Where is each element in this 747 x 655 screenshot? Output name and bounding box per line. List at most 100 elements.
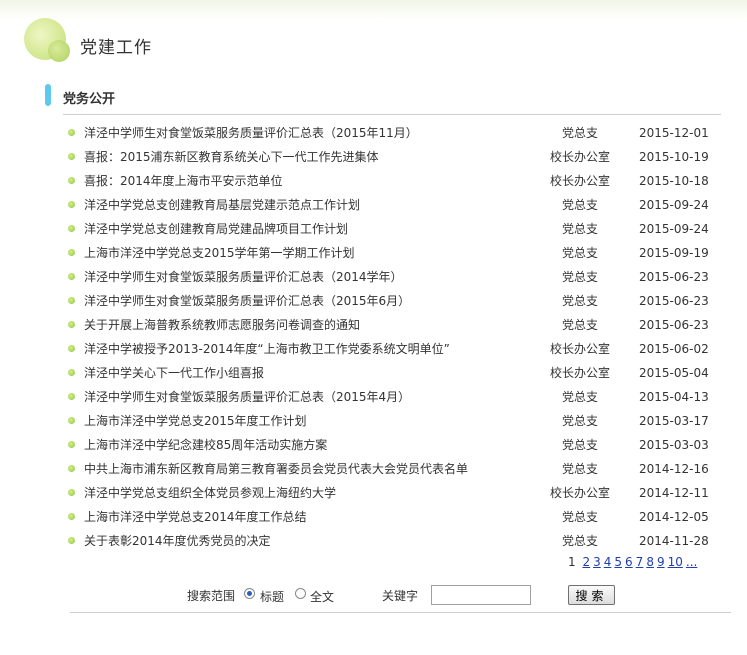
pagination-link[interactable]: 5 <box>614 555 622 569</box>
news-date: 2015-10-18 <box>639 174 709 188</box>
news-date: 2015-06-23 <box>639 294 709 308</box>
news-department: 党总支 <box>561 318 598 332</box>
list-item: 喜报：2015浦东新区教育系统关心下一代工作先进集体 校长办公室 2015-10-1… <box>66 145 746 169</box>
news-title-link[interactable]: 关于表彰2014年度优秀党员的决定 <box>84 529 271 553</box>
news-title-link[interactable]: 喜报：2014年度上海市平安示范单位 <box>84 169 283 193</box>
news-list: 洋泾中学师生对食堂饭菜服务质量评价汇总表（2015年11月） 党总支 2015-12… <box>66 121 746 553</box>
list-item: 中共上海市浦东新区教育局第三教育署委员会党员代表大会党员代表名单 党总支 2014-… <box>66 457 746 481</box>
logo-small-circle <box>48 40 70 62</box>
news-title-link[interactable]: 洋泾中学师生对食堂饭菜服务质量评价汇总表（2015年4月） <box>84 385 410 409</box>
news-title-link[interactable]: 洋泾中学师生对食堂饭菜服务质量评价汇总表（2015年6月） <box>84 289 410 313</box>
list-item: 洋泾中学被授予2013-2014年度“上海市教卫工作党委系统文明单位” 校长办公室… <box>66 337 746 361</box>
news-department: 校长办公室 <box>549 174 610 188</box>
bullet-icon <box>68 177 75 184</box>
pagination-link[interactable]: 10 <box>668 555 683 569</box>
news-department: 校长办公室 <box>549 150 610 164</box>
scope-fulltext-label[interactable]: 全文 <box>310 588 334 605</box>
news-title-link[interactable]: 上海市洋泾中学党总支2014年度工作总结 <box>84 505 307 529</box>
list-item: 洋泾中学师生对食堂饭菜服务质量评价汇总表（2014学年） 党总支 2015-06-2… <box>66 265 746 289</box>
news-department: 党总支 <box>561 270 598 284</box>
news-date: 2015-03-03 <box>639 438 709 452</box>
bullet-icon <box>68 225 75 232</box>
news-department: 党总支 <box>561 126 598 140</box>
news-date: 2015-09-24 <box>639 198 709 212</box>
news-date: 2015-12-01 <box>639 126 709 140</box>
news-title-link[interactable]: 上海市洋泾中学党总支2015学年第一学期工作计划 <box>84 241 355 265</box>
list-item: 关于表彰2014年度优秀党员的决定 党总支 2014-11-28 <box>66 529 746 553</box>
bullet-icon <box>68 513 75 520</box>
list-item: 上海市洋泾中学党总支2014年度工作总结 党总支 2014-12-05 <box>66 505 746 529</box>
pagination-link[interactable]: 2 <box>582 555 590 569</box>
pagination-link[interactable]: 7 <box>636 555 644 569</box>
news-title-link[interactable]: 洋泾中学师生对食堂饭菜服务质量评价汇总表（2014学年） <box>84 265 403 289</box>
bottom-divider <box>70 612 731 613</box>
pagination-link[interactable]: 9 <box>657 555 665 569</box>
bullet-icon <box>68 321 75 328</box>
news-department: 党总支 <box>561 534 598 548</box>
keyword-input[interactable] <box>431 585 531 605</box>
scope-title-label[interactable]: 标题 <box>260 588 284 605</box>
list-item: 关于开展上海普教系统教师志愿服务问卷调查的通知 党总支 2015-06-23 <box>66 313 746 337</box>
list-item: 上海市洋泾中学纪念建校85周年活动实施方案 党总支 2015-03-03 <box>66 433 746 457</box>
list-item: 洋泾中学党总支创建教育局基层党建示范点工作计划 党总支 2015-09-24 <box>66 193 746 217</box>
news-title-link[interactable]: 洋泾中学关心下一代工作小组喜报 <box>84 361 264 385</box>
news-date: 2014-11-28 <box>639 534 709 548</box>
list-item: 洋泾中学师生对食堂饭菜服务质量评价汇总表（2015年6月） 党总支 2015-06-… <box>66 289 746 313</box>
news-date: 2015-05-04 <box>639 366 709 380</box>
bullet-icon <box>68 273 75 280</box>
section-accent-bar <box>45 84 51 106</box>
news-department: 党总支 <box>561 222 598 236</box>
list-item: 洋泾中学党总支创建教育局党建品牌项目工作计划 党总支 2015-09-24 <box>66 217 746 241</box>
news-department: 党总支 <box>561 414 598 428</box>
news-department: 校长办公室 <box>549 486 610 500</box>
search-button[interactable]: 搜索 <box>568 585 615 605</box>
pagination-link[interactable]: 3 <box>593 555 601 569</box>
scope-fulltext-radio[interactable] <box>295 588 306 599</box>
news-date: 2014-12-05 <box>639 510 709 524</box>
list-item: 洋泾中学师生对食堂饭菜服务质量评价汇总表（2015年11月） 党总支 2015-12… <box>66 121 746 145</box>
bullet-icon <box>68 393 75 400</box>
news-date: 2015-09-24 <box>639 222 709 236</box>
scope-title-radio[interactable] <box>244 588 255 599</box>
list-item: 洋泾中学关心下一代工作小组喜报 校长办公室 2015-05-04 <box>66 361 746 385</box>
news-department: 党总支 <box>561 198 598 212</box>
news-date: 2014-12-11 <box>639 486 709 500</box>
bullet-icon <box>68 537 75 544</box>
bullet-icon <box>68 465 75 472</box>
top-gradient <box>0 0 747 20</box>
list-item: 喜报：2014年度上海市平安示范单位 校长办公室 2015-10-18 <box>66 169 746 193</box>
pagination-link[interactable]: 4 <box>604 555 612 569</box>
news-title-link[interactable]: 洋泾中学被授予2013-2014年度“上海市教卫工作党委系统文明单位” <box>84 337 450 361</box>
news-date: 2014-12-16 <box>639 462 709 476</box>
news-department: 党总支 <box>561 438 598 452</box>
bullet-icon <box>68 417 75 424</box>
list-item: 洋泾中学党总支组织全体党员参观上海纽约大学 校长办公室 2014-12-11 <box>66 481 746 505</box>
news-title-link[interactable]: 洋泾中学党总支组织全体党员参观上海纽约大学 <box>84 481 336 505</box>
bullet-icon <box>68 297 75 304</box>
news-title-link[interactable]: 洋泾中学党总支创建教育局党建品牌项目工作计划 <box>84 217 348 241</box>
news-title-link[interactable]: 喜报：2015浦东新区教育系统关心下一代工作先进集体 <box>84 145 379 169</box>
divider <box>63 114 721 115</box>
logo-circles <box>24 18 72 66</box>
bullet-icon <box>68 153 75 160</box>
news-title-link[interactable]: 上海市洋泾中学纪念建校85周年活动实施方案 <box>84 433 327 457</box>
news-title-link[interactable]: 上海市洋泾中学党总支2015年度工作计划 <box>84 409 307 433</box>
news-department: 党总支 <box>561 462 598 476</box>
list-item: 上海市洋泾中学党总支2015年度工作计划 党总支 2015-03-17 <box>66 409 746 433</box>
list-item: 上海市洋泾中学党总支2015学年第一学期工作计划 党总支 2015-09-19 <box>66 241 746 265</box>
pagination-more-link[interactable]: ... <box>686 555 697 569</box>
search-bar: 搜索范围 标题 全文 关键字 搜索 <box>0 584 747 606</box>
news-date: 2015-06-23 <box>639 270 709 284</box>
news-department: 党总支 <box>561 246 598 260</box>
bullet-icon <box>68 345 75 352</box>
pagination-link[interactable]: 8 <box>646 555 654 569</box>
news-date: 2015-10-19 <box>639 150 709 164</box>
news-title-link[interactable]: 洋泾中学党总支创建教育局基层党建示范点工作计划 <box>84 193 360 217</box>
news-title-link[interactable]: 中共上海市浦东新区教育局第三教育署委员会党员代表大会党员代表名单 <box>84 457 468 481</box>
pagination-link[interactable]: 6 <box>625 555 633 569</box>
pagination-current: 1 <box>568 555 576 569</box>
news-department: 党总支 <box>561 510 598 524</box>
news-title-link[interactable]: 关于开展上海普教系统教师志愿服务问卷调查的通知 <box>84 313 360 337</box>
news-date: 2015-06-23 <box>639 318 709 332</box>
news-title-link[interactable]: 洋泾中学师生对食堂饭菜服务质量评价汇总表（2015年11月） <box>84 121 418 145</box>
